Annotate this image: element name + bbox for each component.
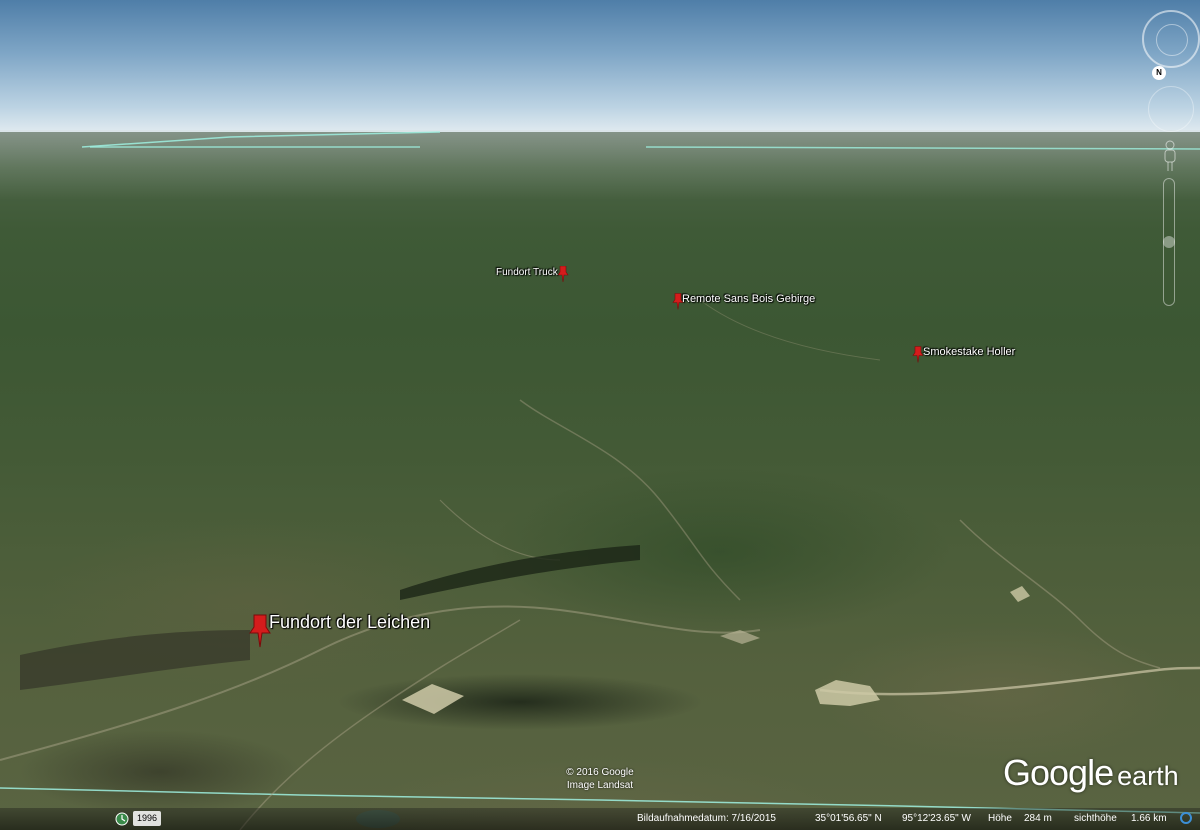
earth-3d-view[interactable]: Fundort Truck Remote Sans Bois Gebirge S… — [0, 0, 1200, 830]
terrain-overlay — [0, 131, 1200, 830]
north-indicator[interactable]: N — [1152, 66, 1166, 80]
imagery-date: Bildaufnahmedatum: 7/16/2015 — [637, 813, 776, 824]
placemark-label[interactable]: Remote Sans Bois Gebirge — [682, 293, 815, 305]
eye-altitude-label: sichthöhe — [1074, 813, 1117, 824]
historical-imagery-clock-icon[interactable] — [115, 812, 129, 826]
imagery-source: Image Landsat — [566, 780, 634, 791]
logo-word-google: Google — [1003, 752, 1114, 793]
elevation-label: Höhe — [988, 813, 1012, 824]
dirt-road — [699, 299, 881, 361]
placemark-label[interactable]: Fundort der Leichen — [269, 612, 430, 633]
dirt-road — [959, 519, 1161, 669]
navigation-controls: N — [1130, 0, 1200, 320]
dirt-road — [439, 499, 561, 561]
placemark-pin-icon — [557, 266, 569, 282]
zoom-slider-thumb[interactable] — [1163, 236, 1175, 248]
placemark-label[interactable]: Fundort Truck — [496, 267, 558, 278]
dirt-road — [819, 666, 1200, 696]
google-earth-logo: Google earth — [1003, 752, 1179, 794]
longitude-readout: 95°12'23.65" W — [902, 813, 971, 824]
placemark-label[interactable]: Smokestake Holler — [923, 346, 1015, 358]
boundary-line-far-right — [645, 146, 1200, 150]
boundary-line-far-left — [81, 131, 441, 148]
status-bar: 1996 Bildaufnahmedatum: 7/16/2015 35°01'… — [0, 808, 1200, 830]
clearing — [1010, 586, 1030, 602]
compass-ring[interactable] — [1142, 10, 1200, 68]
historical-imagery-year[interactable]: 1996 — [133, 811, 162, 826]
clearing — [815, 680, 880, 706]
imagery-copyright: © 2016 Google Image Landsat — [550, 766, 650, 792]
copyright-line: © 2016 Google — [566, 767, 634, 778]
latitude-readout: 35°01'56.65" N — [815, 813, 882, 824]
forest-ravine — [20, 630, 250, 690]
streaming-progress-icon — [1180, 812, 1192, 824]
clearing — [402, 684, 464, 714]
street-view-pegman-icon[interactable] — [1162, 140, 1178, 172]
compass-look-joystick[interactable] — [1156, 24, 1188, 56]
eye-altitude-value: 1.66 km — [1131, 813, 1167, 824]
move-joystick[interactable] — [1148, 86, 1194, 132]
elevation-value: 284 m — [1024, 813, 1052, 824]
logo-word-earth: earth — [1117, 761, 1179, 791]
